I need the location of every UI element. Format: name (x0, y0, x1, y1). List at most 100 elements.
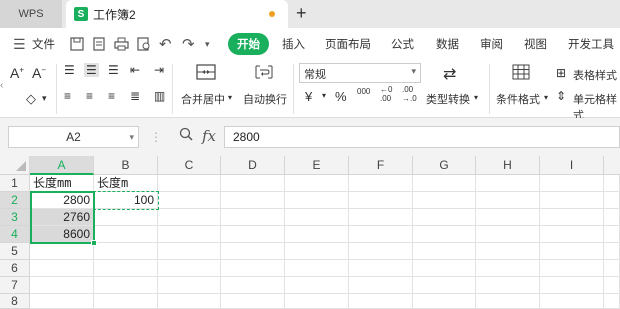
type-convert-icon[interactable]: ⇄ (443, 64, 456, 84)
grid-cell[interactable] (221, 277, 285, 294)
grid-cell[interactable] (30, 243, 94, 260)
row-header-2[interactable]: 2 (0, 192, 30, 209)
grid-cell[interactable] (476, 226, 540, 243)
grid-cell[interactable] (540, 175, 604, 192)
grid-cell[interactable] (94, 277, 158, 294)
select-all-corner[interactable] (0, 156, 30, 175)
conditional-format-icon[interactable] (512, 64, 530, 83)
row-header-8[interactable]: 8 (0, 294, 30, 309)
eraser-dropdown-icon[interactable]: ▾ (42, 93, 47, 104)
fx-icon[interactable]: fx (202, 127, 216, 145)
grid-cell[interactable] (285, 226, 349, 243)
wrap-text-button[interactable]: 自动换行 (243, 91, 287, 107)
align-middle-icon[interactable]: ☰ (84, 63, 99, 77)
grid-cell[interactable] (476, 277, 540, 294)
conditional-format-dropdown-icon[interactable]: ▾ (544, 93, 548, 102)
row-header-5[interactable]: 5 (0, 243, 30, 260)
column-header-e[interactable]: E (285, 156, 349, 175)
grid-cell[interactable] (94, 209, 158, 226)
grid-cell[interactable] (413, 277, 476, 294)
menu-view[interactable]: 视图 (524, 36, 547, 52)
export-pdf-icon[interactable] (92, 37, 106, 51)
table-style-icon[interactable]: ⊞ (556, 66, 566, 80)
row-header-1[interactable]: 1 (0, 175, 30, 192)
name-box[interactable]: A2 ▾ (8, 126, 139, 148)
grid-cell[interactable] (604, 260, 620, 277)
grid-cell[interactable] (413, 175, 476, 192)
grid-cell[interactable] (604, 277, 620, 294)
conditional-format-button[interactable]: 条件格式 (496, 91, 540, 107)
formula-bar-splitter[interactable]: ⋮ (150, 130, 162, 144)
ribbon-collapse-left-icon[interactable]: ‹ (0, 80, 3, 91)
column-header-i[interactable]: I (540, 156, 604, 175)
grid-cell[interactable] (349, 192, 413, 209)
increase-font-size-icon[interactable]: A+ (10, 65, 24, 81)
align-right-icon[interactable]: ≡ (108, 89, 115, 103)
cell-a3[interactable]: 2760 (30, 209, 94, 226)
save-icon[interactable] (70, 37, 84, 51)
grid-cell[interactable] (285, 277, 349, 294)
column-header-h[interactable]: H (476, 156, 540, 175)
number-format-select[interactable]: 常规 ▾ (299, 63, 421, 83)
redo-icon[interactable]: ↷ (182, 35, 195, 53)
grid-cell[interactable] (476, 209, 540, 226)
grid-cell[interactable] (540, 243, 604, 260)
grid-cell[interactable] (349, 243, 413, 260)
grid-cell[interactable] (476, 260, 540, 277)
grid-cell[interactable] (158, 277, 221, 294)
grid-cell[interactable] (285, 294, 349, 309)
grid-cell[interactable] (476, 294, 540, 309)
percent-button[interactable]: % (335, 89, 347, 104)
grid-cell[interactable] (349, 294, 413, 309)
menu-insert[interactable]: 插入 (282, 36, 305, 52)
grid-cell[interactable] (94, 243, 158, 260)
grid-cell[interactable] (604, 209, 620, 226)
cell-a1[interactable]: 长度mm (30, 175, 94, 192)
row-header-6[interactable]: 6 (0, 260, 30, 277)
menu-review[interactable]: 审阅 (480, 36, 503, 52)
increase-decimal-button[interactable]: ←0 .00 (380, 85, 392, 103)
decrease-decimal-button[interactable]: .00 →.0 (402, 85, 417, 103)
menu-start[interactable]: 开始 (228, 33, 269, 55)
column-header-b[interactable]: B (94, 156, 158, 175)
grid-cell[interactable] (94, 260, 158, 277)
grid-cell[interactable] (349, 226, 413, 243)
type-convert-dropdown-icon[interactable]: ▾ (474, 93, 478, 102)
grid-cell[interactable] (285, 192, 349, 209)
grid-cell[interactable] (221, 209, 285, 226)
grid-cell[interactable] (540, 277, 604, 294)
grid-cell[interactable] (285, 243, 349, 260)
grid-cell[interactable] (413, 243, 476, 260)
grid-cell[interactable] (540, 294, 604, 309)
grid-cell[interactable] (604, 175, 620, 192)
grid-cell[interactable] (221, 175, 285, 192)
currency-dropdown-icon[interactable]: ▾ (322, 91, 326, 100)
wps-home-tab[interactable]: WPS (0, 0, 62, 28)
grid-cell[interactable] (476, 243, 540, 260)
row-header-4[interactable]: 4 (0, 226, 30, 243)
grid-cell[interactable] (349, 260, 413, 277)
column-header-g[interactable]: G (413, 156, 476, 175)
column-header-c[interactable]: C (158, 156, 221, 175)
increase-indent-icon[interactable]: ⇥ (154, 63, 164, 77)
decrease-indent-icon[interactable]: ⇤ (130, 63, 140, 77)
grid-cell[interactable] (285, 175, 349, 192)
grid-cell[interactable] (413, 260, 476, 277)
menu-file[interactable]: 文件 (32, 36, 55, 52)
align-top-icon[interactable]: ☰ (64, 63, 75, 77)
grid-cell[interactable] (30, 260, 94, 277)
column-header-a[interactable]: A (30, 156, 94, 175)
grid-cell[interactable] (285, 260, 349, 277)
grid-cell[interactable] (413, 226, 476, 243)
cell-a4[interactable]: 8600 (30, 226, 94, 243)
cell-b1[interactable]: 长度m (94, 175, 158, 192)
zoom-search-icon[interactable] (179, 127, 193, 144)
type-convert-button[interactable]: 类型转换 (426, 91, 470, 107)
merge-dropdown-icon[interactable]: ▾ (228, 93, 232, 102)
column-header-f[interactable]: F (349, 156, 413, 175)
grid-cell[interactable] (158, 243, 221, 260)
grid-cell[interactable] (604, 243, 620, 260)
row-header-3[interactable]: 3 (0, 209, 30, 226)
grid-cell[interactable] (221, 226, 285, 243)
table-style-button[interactable]: 表格样式 (573, 67, 617, 83)
